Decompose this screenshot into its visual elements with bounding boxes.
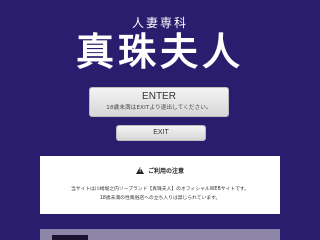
exit-button-label: EXIT bbox=[153, 129, 169, 136]
warning-icon bbox=[135, 167, 144, 174]
enter-button-label: ENTER bbox=[142, 91, 176, 102]
notice-line-1: 当サイトは川崎堀之内ソープランド【真珠夫人】のオフィシャルWEBサイトです。 bbox=[70, 187, 250, 192]
bottom-banner-image bbox=[52, 235, 88, 240]
age-gate-page: 人妻専科 真珠夫人 ENTER 18歳未満はEXITより退出してください。 EX… bbox=[0, 0, 320, 240]
enter-button-note: 18歳未満はEXITより退出してください。 bbox=[106, 105, 212, 111]
notice-heading-row: ご利用の注意 bbox=[40, 166, 280, 175]
notice-line-2: 18歳未満の性風俗店への立ち入りは禁じられています。 bbox=[99, 196, 221, 201]
usage-notice: ご利用の注意 当サイトは川崎堀之内ソープランド【真珠夫人】のオフィシャルWEBサ… bbox=[40, 156, 280, 214]
enter-button[interactable]: ENTER 18歳未満はEXITより退出してください。 bbox=[89, 87, 229, 117]
logo-title: 真珠夫人 bbox=[75, 29, 244, 74]
exit-button[interactable]: EXIT bbox=[116, 125, 206, 141]
notice-heading: ご利用の注意 bbox=[148, 168, 185, 175]
